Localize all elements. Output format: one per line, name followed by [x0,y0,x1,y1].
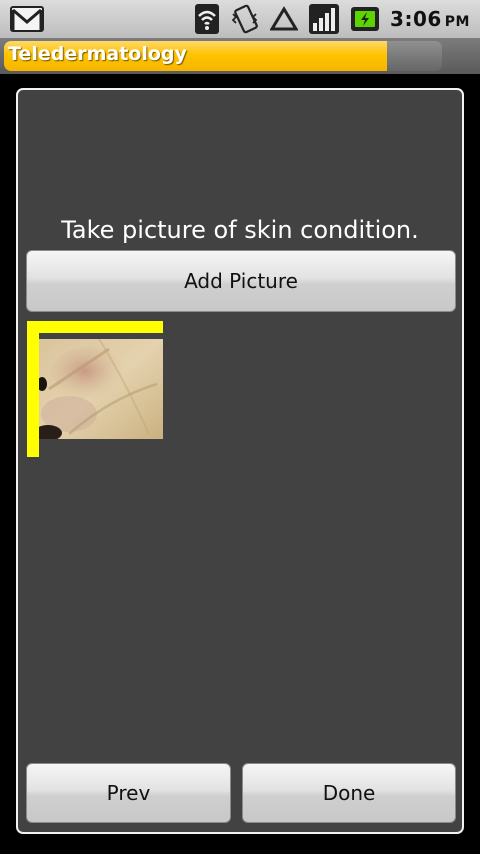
skin-photo-thumbnail[interactable] [27,321,163,457]
thumbnail-frame-left [27,321,39,457]
signal-icon [308,3,340,35]
skin-photo-image [39,339,163,439]
add-picture-label: Add Picture [184,269,298,293]
app-title: Teledermatology [8,43,187,65]
instruction-text: Take picture of skin condition. [61,216,419,244]
done-label: Done [322,781,376,805]
vibrate-icon [230,4,260,34]
alert-triangle-icon [270,6,299,32]
battery-charging-icon [350,6,380,32]
done-button[interactable]: Done [242,763,456,823]
clock-time: 3:06 [390,7,442,31]
thumbnail-frame-top [27,321,163,333]
title-bar: Teledermatology [0,38,480,74]
gmail-icon [10,6,44,32]
wifi-icon [194,3,220,35]
prev-label: Prev [106,781,151,805]
add-picture-button[interactable]: Add Picture [26,250,456,312]
status-bar: 3:06 PM [0,0,480,38]
clock-ampm: PM [444,14,470,30]
content-panel: Take picture of skin condition. Add Pict… [16,88,464,834]
prev-button[interactable]: Prev [26,763,231,823]
gmail-notification[interactable] [10,6,44,32]
clock: 3:06 PM [390,7,470,31]
